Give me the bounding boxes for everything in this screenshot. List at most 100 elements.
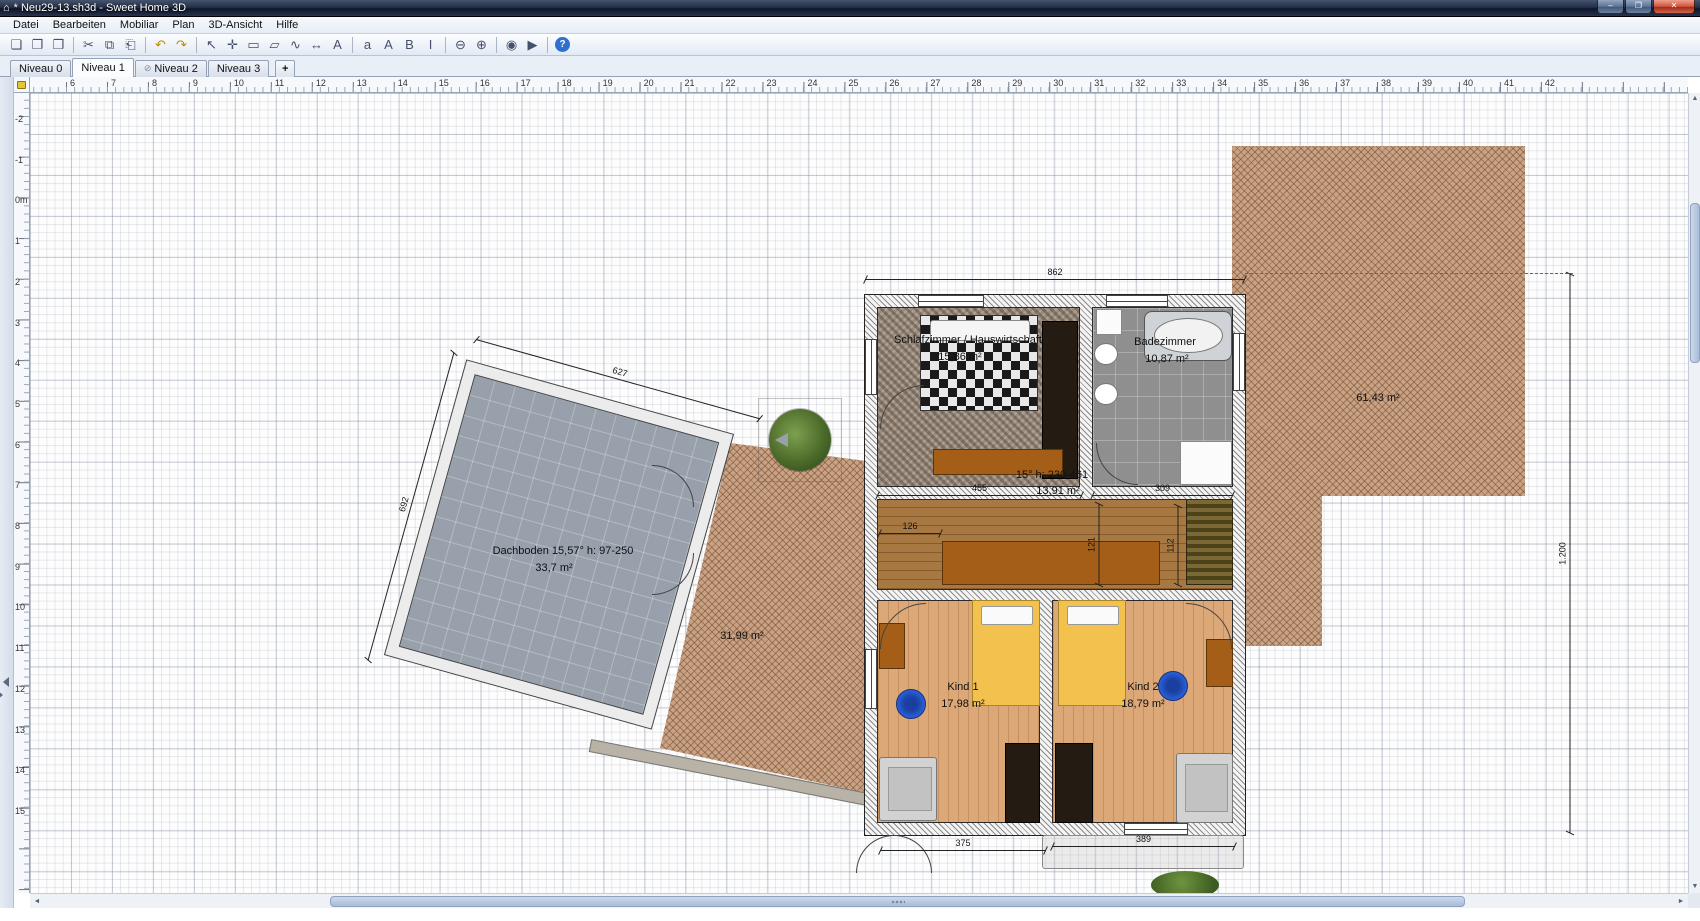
horizontal-scrollbar[interactable]: ◄ ► (30, 893, 1688, 908)
save-plan-icon[interactable]: ❒ (48, 35, 69, 54)
scroll-right-icon[interactable]: ► (1674, 894, 1688, 909)
tab-niveau-3[interactable]: Niveau 3 (208, 60, 269, 77)
plan-label-31-99-m[interactable]: 31,99 m² (720, 630, 763, 642)
close-button[interactable]: ✕ (1653, 0, 1695, 14)
open-plan-icon[interactable]: ❐ (27, 35, 48, 54)
add-level-button[interactable]: + (275, 60, 295, 77)
window[interactable] (1106, 295, 1168, 307)
plan-label-kind-2[interactable]: Kind 2 (1127, 681, 1158, 693)
copy-icon[interactable]: ⧉ (99, 35, 120, 54)
create-rooms-icon[interactable]: ▱ (264, 35, 285, 54)
plan-label-17-98-m[interactable]: 17,98 m² (941, 698, 984, 710)
create-walls-icon[interactable]: ▭ (243, 35, 264, 54)
horizontal-scroll-thumb[interactable] (330, 896, 1465, 907)
shower[interactable] (1180, 441, 1232, 485)
chair-kind2[interactable] (1158, 671, 1188, 701)
plan-label-schlafzimmer-hauswirtschaft[interactable]: Schlafzimmer / Hauswirtschaft (894, 334, 1042, 346)
tree[interactable] (769, 409, 831, 471)
zoom-out-icon[interactable]: ⊖ (450, 35, 471, 54)
create-video-icon[interactable]: ▶ (522, 35, 543, 54)
sofa-kind1[interactable] (879, 757, 937, 821)
dimension-121[interactable]: 121 (1099, 504, 1100, 586)
minimize-button[interactable]: – (1597, 0, 1624, 14)
vertical-scrollbar[interactable]: ▲ ▼ (1688, 93, 1700, 893)
vertical-scroll-thumb[interactable] (1690, 203, 1700, 363)
help-icon[interactable]: ? (555, 37, 570, 52)
select-tool-icon[interactable]: ↖ (201, 35, 222, 54)
create-photo-icon[interactable]: ◉ (501, 35, 522, 54)
undo-icon[interactable]: ↶ (150, 35, 171, 54)
plan-label-badezimmer[interactable]: Badezimmer (1134, 336, 1196, 348)
toolbar-separator (73, 37, 74, 53)
pan-tool-icon[interactable]: ✛ (222, 35, 243, 54)
toilet[interactable] (1096, 309, 1122, 335)
bush[interactable] (1151, 871, 1219, 893)
plan-label-15-86-m[interactable]: 15,86 m² (938, 351, 981, 363)
create-dimensions-icon[interactable]: ↔ (306, 35, 327, 54)
tab-niveau-1[interactable]: Niveau 1 (72, 58, 133, 77)
dimension-1-200[interactable]: 1.200 (1570, 274, 1571, 834)
tab-niveau-0[interactable]: Niveau 0 (10, 60, 71, 77)
plan-label-15-h-230-461[interactable]: 15° h: 230-461 (1016, 469, 1088, 481)
menu-mobiliar[interactable]: Mobiliar (113, 18, 166, 32)
wardrobe-kind1[interactable] (1005, 743, 1040, 823)
ruler-label: 13 (15, 725, 25, 735)
catalog-panel-splitter[interactable] (0, 77, 14, 908)
menu-hilfe[interactable]: Hilfe (269, 18, 305, 32)
window[interactable] (865, 649, 877, 709)
dimension-309[interactable]: 309 (1092, 495, 1233, 496)
menu-datei[interactable]: Datei (6, 18, 46, 32)
scroll-up-icon[interactable]: ▲ (1689, 93, 1700, 105)
hall-wardrobe[interactable] (1186, 499, 1233, 585)
decrease-text-size-icon[interactable]: a (357, 35, 378, 54)
italic-text-icon[interactable]: I (420, 35, 441, 54)
dimension-389[interactable]: 389 (1052, 846, 1235, 847)
window[interactable] (865, 339, 877, 395)
redo-icon[interactable]: ↷ (171, 35, 192, 54)
washbasin-1[interactable] (1094, 343, 1118, 365)
plan-label-13-91-m[interactable]: 13,91 m² (1036, 485, 1079, 497)
window[interactable] (1124, 823, 1188, 835)
sofa-kind2[interactable] (1176, 753, 1233, 823)
plan-label-33-7-m[interactable]: 33,7 m² (535, 562, 572, 574)
bold-text-icon[interactable]: B (399, 35, 420, 54)
scroll-down-icon[interactable]: ▼ (1689, 881, 1700, 893)
hall-table[interactable] (942, 541, 1160, 585)
increase-text-size-icon[interactable]: A (378, 35, 399, 54)
title-bar[interactable]: ⌂ * Neu29-13.sh3d - Sweet Home 3D – ❐ ✕ (0, 0, 1700, 17)
dimension-112[interactable]: 112 (1178, 506, 1179, 586)
plan-label-61-43-m[interactable]: 61,43 m² (1356, 392, 1399, 404)
cut-icon[interactable]: ✂ (78, 35, 99, 54)
menu-3d-ansicht[interactable]: 3D-Ansicht (201, 18, 269, 32)
plan-label-kind-1[interactable]: Kind 1 (947, 681, 978, 693)
dimension-375[interactable]: 375 (880, 850, 1046, 851)
plan-canvas[interactable]: 8626276924553091261211123753891.200Schla… (30, 93, 1688, 893)
plan-label-10-87-m[interactable]: 10,87 m² (1145, 353, 1188, 365)
washbasin-2[interactable] (1094, 383, 1118, 405)
window[interactable] (1233, 333, 1245, 391)
menu-bearbeiten[interactable]: Bearbeiten (46, 18, 113, 32)
plan-label-18-79-m[interactable]: 18,79 m² (1121, 698, 1164, 710)
window[interactable] (918, 295, 984, 307)
splitter-arrows-icon[interactable] (3, 677, 9, 687)
wardrobe-kind2[interactable] (1055, 743, 1093, 823)
bed-kind1[interactable] (972, 600, 1040, 706)
menu-plan[interactable]: Plan (165, 18, 201, 32)
tab-niveau-2[interactable]: ⊘Niveau 2 (135, 60, 207, 77)
maximize-button[interactable]: ❐ (1625, 0, 1652, 14)
paste-icon[interactable]: ⎗ (120, 35, 141, 54)
create-polylines-icon[interactable]: ∿ (285, 35, 306, 54)
dimension-862[interactable]: 862 (865, 279, 1245, 280)
dimension-label: 375 (955, 838, 970, 848)
chair-kind1[interactable] (896, 689, 926, 719)
plan-label-dachboden-15-57-h-97-250[interactable]: Dachboden 15,57° h: 97-250 (493, 545, 634, 557)
zoom-in-icon[interactable]: ⊕ (471, 35, 492, 54)
new-plan-icon[interactable]: ❏ (6, 35, 27, 54)
door-terrace-left[interactable] (856, 835, 894, 873)
bed-kind2[interactable] (1058, 600, 1126, 706)
add-text-icon[interactable]: A (327, 35, 348, 54)
scroll-left-icon[interactable]: ◄ (30, 894, 44, 909)
double-bed[interactable] (920, 315, 1038, 411)
dimension-126[interactable]: 126 (879, 533, 941, 534)
door-terrace-right[interactable] (894, 835, 932, 873)
